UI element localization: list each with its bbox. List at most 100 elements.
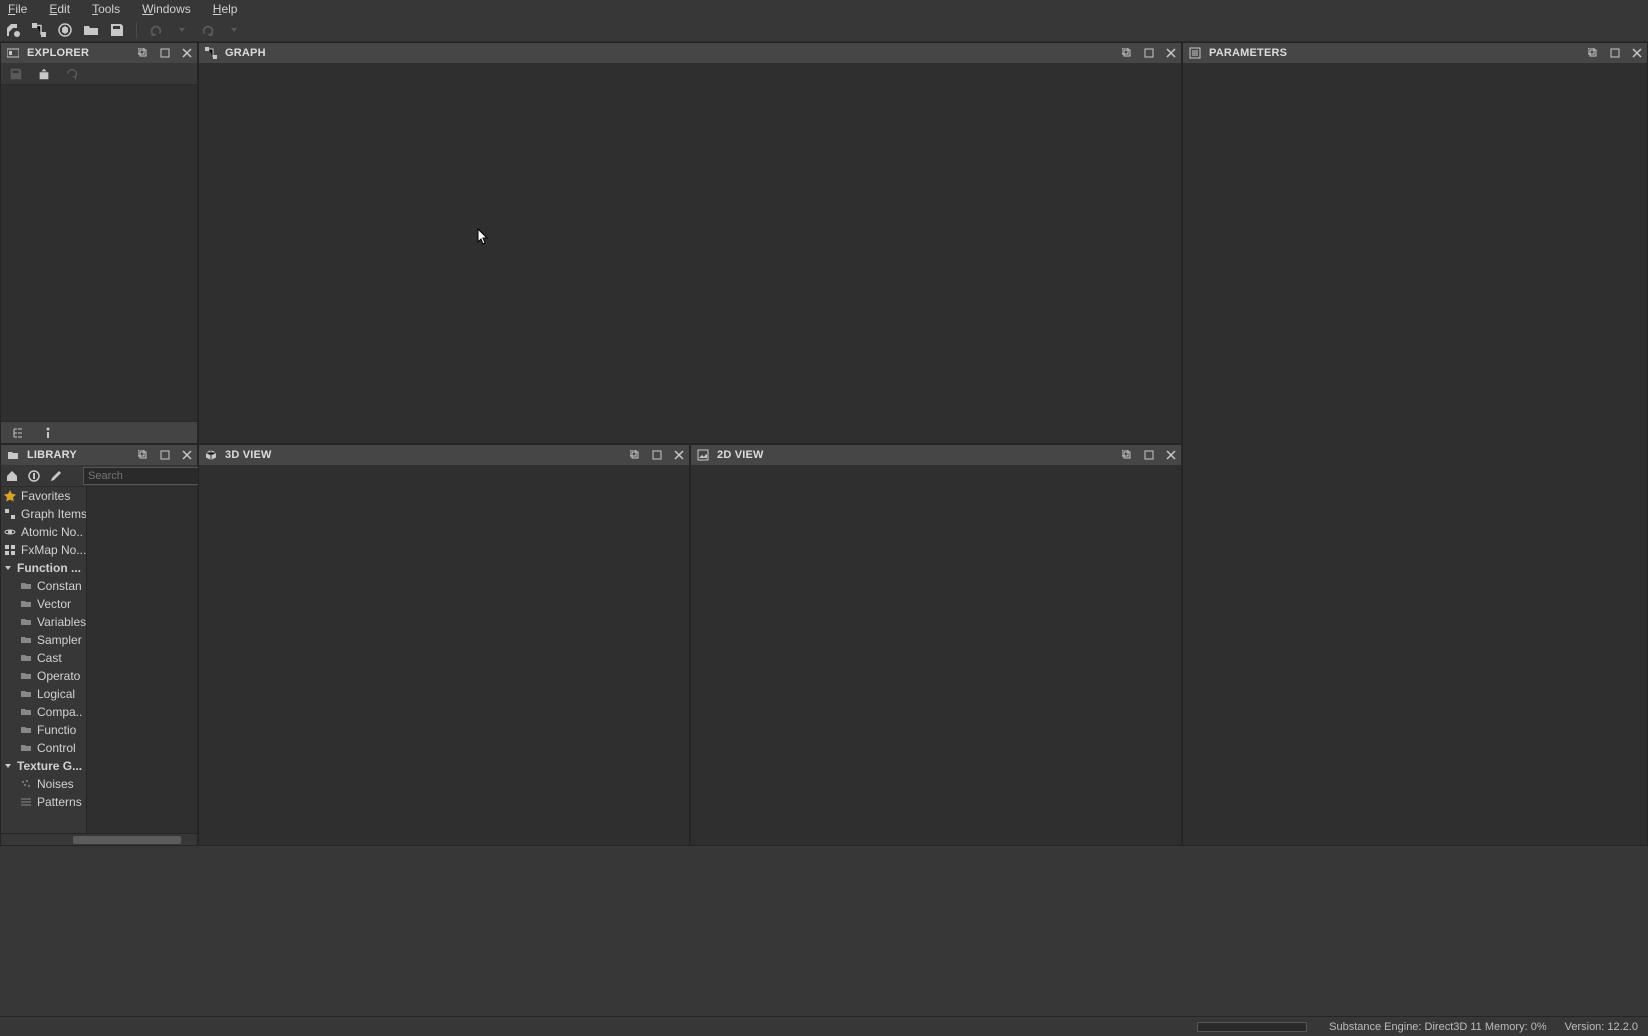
float-panel-icon[interactable]: [135, 45, 151, 61]
library-panel: LIBRARY » Favorites Graph Items Atomic N…: [0, 444, 198, 846]
open-icon[interactable]: [82, 21, 100, 39]
tree-vector[interactable]: Vector: [1, 595, 86, 613]
menu-file[interactable]: File: [4, 1, 31, 17]
parameters-title: PARAMETERS: [1209, 47, 1579, 59]
float-panel-icon[interactable]: [1119, 45, 1135, 61]
view3d-header: 3D VIEW: [199, 445, 689, 465]
tree-noises[interactable]: Noises: [1, 775, 86, 793]
tree-graph-items[interactable]: Graph Items: [1, 505, 86, 523]
new-substance-icon[interactable]: [4, 21, 22, 39]
scrollbar-thumb[interactable]: [73, 836, 181, 844]
view3d-body[interactable]: [199, 465, 689, 845]
undo-icon[interactable]: [147, 21, 165, 39]
tree-texture-gen[interactable]: Texture G...: [1, 757, 86, 775]
explorer-header: EXPLORER: [1, 43, 197, 63]
folder-icon: [19, 741, 33, 755]
folder-icon: [19, 723, 33, 737]
close-panel-icon[interactable]: [179, 45, 195, 61]
cube-icon: [203, 447, 219, 463]
maximize-panel-icon[interactable]: [157, 447, 173, 463]
explorer-save-icon[interactable]: [7, 65, 25, 83]
menu-edit[interactable]: Edit: [45, 1, 74, 17]
tree-favorites[interactable]: Favorites: [1, 487, 86, 505]
tree-function-fn[interactable]: Functio: [1, 721, 86, 739]
parameters-icon: [1187, 45, 1203, 61]
explorer-tree-icon[interactable]: [9, 424, 27, 442]
folder-icon: [19, 579, 33, 593]
chevron-down-icon[interactable]: [3, 761, 13, 771]
maximize-panel-icon[interactable]: [1141, 447, 1157, 463]
lib-import-icon[interactable]: [27, 467, 41, 485]
tree-comparison[interactable]: Compa..: [1, 703, 86, 721]
graph-panel: GRAPH: [198, 42, 1182, 444]
explorer-refresh-icon[interactable]: [63, 65, 81, 83]
tree-constant[interactable]: Constan: [1, 577, 86, 595]
maximize-panel-icon[interactable]: [1607, 45, 1623, 61]
explorer-toolbar: [1, 63, 197, 85]
parameters-body: [1183, 63, 1647, 845]
new-package-icon[interactable]: [56, 21, 74, 39]
close-panel-icon[interactable]: [179, 447, 195, 463]
close-panel-icon[interactable]: [671, 447, 687, 463]
explorer-icon: [5, 45, 21, 61]
folder-icon: [19, 615, 33, 629]
statusbar: Substance Engine: Direct3D 11 Memory: 0%…: [0, 1016, 1648, 1036]
close-panel-icon[interactable]: [1629, 45, 1645, 61]
tree-atomic-nodes[interactable]: Atomic No..: [1, 523, 86, 541]
main-area: EXPLORER GRAPH: [0, 42, 1648, 1016]
status-engine: Substance Engine: Direct3D 11 Memory: 0%: [1329, 1021, 1546, 1033]
folder-icon: [19, 705, 33, 719]
new-graph-icon[interactable]: [30, 21, 48, 39]
menubar: File Edit Tools Windows Help: [0, 0, 1648, 18]
chevron-down-icon[interactable]: [3, 563, 13, 573]
image-icon: [695, 447, 711, 463]
float-panel-icon[interactable]: [1585, 45, 1601, 61]
redo-icon[interactable]: [199, 21, 217, 39]
tree-operators[interactable]: Operato: [1, 667, 86, 685]
maximize-panel-icon[interactable]: [157, 45, 173, 61]
tree-samplers[interactable]: Sampler: [1, 631, 86, 649]
tree-variables[interactable]: Variables: [1, 613, 86, 631]
undo-dropdown-icon[interactable]: [173, 21, 191, 39]
maximize-panel-icon[interactable]: [1141, 45, 1157, 61]
redo-dropdown-icon[interactable]: [225, 21, 243, 39]
tree-fxmap-nodes[interactable]: FxMap No...: [1, 541, 86, 559]
tree-patterns[interactable]: Patterns: [1, 793, 86, 811]
menu-windows[interactable]: Windows: [138, 1, 195, 17]
close-panel-icon[interactable]: [1163, 447, 1179, 463]
graph-header: GRAPH: [199, 43, 1181, 63]
maximize-panel-icon[interactable]: [649, 447, 665, 463]
menu-tools[interactable]: Tools: [88, 1, 124, 17]
menu-help[interactable]: Help: [209, 1, 242, 17]
library-title: LIBRARY: [27, 449, 129, 461]
library-hscroll[interactable]: [1, 833, 197, 845]
graph-body[interactable]: [199, 63, 1181, 443]
float-panel-icon[interactable]: [627, 447, 643, 463]
folder-icon: [19, 687, 33, 701]
float-panel-icon[interactable]: [1119, 447, 1135, 463]
library-icon: [5, 447, 21, 463]
fxmap-icon: [3, 543, 17, 557]
lib-edit-icon[interactable]: [49, 467, 63, 485]
folder-icon: [19, 597, 33, 611]
tree-function[interactable]: Function ...: [1, 559, 86, 577]
view2d-body[interactable]: [691, 465, 1181, 845]
close-panel-icon[interactable]: [1163, 45, 1179, 61]
save-icon[interactable]: [108, 21, 126, 39]
tree-control[interactable]: Control: [1, 739, 86, 757]
explorer-info-icon[interactable]: [41, 424, 59, 442]
tree-cast[interactable]: Cast: [1, 649, 86, 667]
explorer-panel: EXPLORER: [0, 42, 198, 444]
folder-icon: [19, 651, 33, 665]
view2d-header: 2D VIEW: [691, 445, 1181, 465]
library-toolbar: »: [1, 465, 197, 487]
tree-logical[interactable]: Logical: [1, 685, 86, 703]
folder-icon: [19, 669, 33, 683]
explorer-export-icon[interactable]: [35, 65, 53, 83]
library-tree[interactable]: Favorites Graph Items Atomic No.. FxMap …: [1, 487, 87, 833]
library-body: Favorites Graph Items Atomic No.. FxMap …: [1, 487, 197, 833]
lib-home-icon[interactable]: [5, 467, 19, 485]
main-toolbar: [0, 18, 1648, 42]
toolbar-separator: [136, 22, 137, 38]
float-panel-icon[interactable]: [135, 447, 151, 463]
